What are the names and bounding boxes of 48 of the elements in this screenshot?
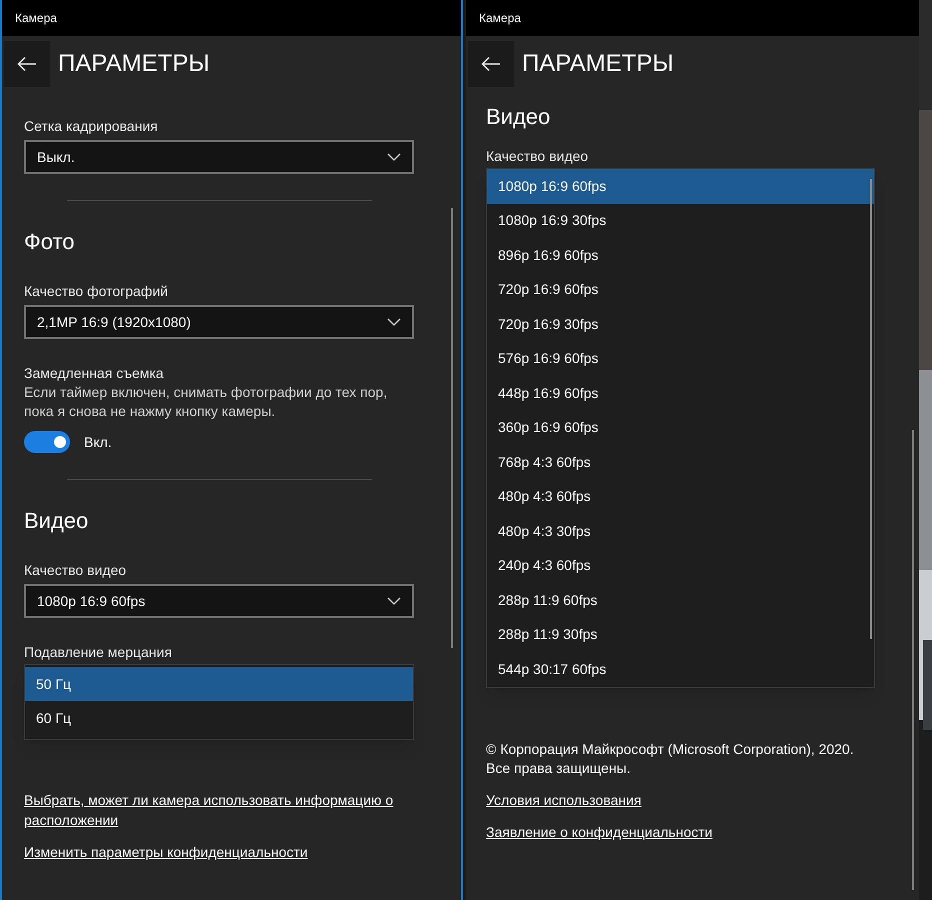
dropdown-option[interactable]: 1080p 16:9 60fps <box>487 169 874 204</box>
window-title: Камера <box>479 10 521 27</box>
dropdown-option[interactable]: 448p 16:9 60fps <box>487 376 874 410</box>
dropdown[interactable]: 1080p 16:9 60fps <box>24 584 414 618</box>
dropdown-option[interactable]: 544p 30:17 60fps <box>487 652 874 686</box>
chevron-down-icon <box>387 153 401 161</box>
dropdown-option[interactable]: 896p 16:9 60fps <box>487 238 874 272</box>
link[interactable]: Изменить параметры конфиденциальности <box>24 842 414 862</box>
back-button[interactable] <box>4 41 50 87</box>
dropdown-option[interactable]: 480p 4:3 60fps <box>487 480 874 514</box>
link[interactable]: Выбрать, может ли камера использовать информацию о расположении <box>24 790 404 830</box>
dropdown-option[interactable]: 288p 11:9 60fps <box>487 583 874 618</box>
dropdown-option[interactable]: 288p 11:9 30fps <box>487 618 874 652</box>
page-title: ПАРАМЕТРЫ <box>522 49 674 79</box>
dropdown-option[interactable]: 50 Гц <box>25 667 413 701</box>
field-label: Качество фотографий <box>24 282 169 301</box>
field-label: Качество видео <box>486 147 590 166</box>
dropdown-option[interactable]: 1080p 16:9 30fps <box>487 204 874 238</box>
link[interactable]: Условия использования <box>486 790 876 810</box>
dropdown[interactable]: 2,1MP 16:9 (1920x1080) <box>24 305 414 339</box>
chevron-down-icon <box>387 597 401 605</box>
dropdown-option[interactable]: 576p 16:9 60fps <box>487 342 874 376</box>
info-text: © Корпорация Майкрософт (Microsoft Corporation), 2020. Все права защищены. <box>486 740 855 778</box>
dropdown-option[interactable]: 480p 4:3 30fps <box>487 514 874 548</box>
back-arrow-icon <box>481 56 501 72</box>
dropdown-option[interactable]: 60 Гц <box>25 701 413 735</box>
window-title: Камера <box>15 10 57 27</box>
field-label: Качество видео <box>24 561 128 580</box>
dropdown-option[interactable]: 720p 16:9 30fps <box>487 307 874 342</box>
dropdown-option[interactable]: 360p 16:9 60fps <box>487 410 874 445</box>
dropdown-option[interactable]: 768p 4:3 60fps <box>487 445 874 480</box>
section-heading: Видео <box>486 103 552 131</box>
field-label: Подавление мерцания <box>24 643 173 662</box>
dropdown-option[interactable]: 240p 4:3 60fps <box>487 548 874 583</box>
back-button[interactable] <box>468 41 514 87</box>
dropdown-option[interactable]: 720p 16:9 60fps <box>487 272 874 307</box>
setting-description: Если таймер включен, снимать фотографии до тех пор, пока я снова не нажму кнопку камеры. <box>24 383 388 421</box>
page-title: ПАРАМЕТРЫ <box>58 49 210 79</box>
chevron-down-icon <box>387 318 401 326</box>
field-label: Сетка кадрирования <box>24 117 159 136</box>
setting-label: Замедленная съемка <box>24 364 165 383</box>
link[interactable]: Заявление о конфиденциальности <box>486 822 876 842</box>
dropdown[interactable]: Выкл. <box>24 140 414 174</box>
back-arrow-icon <box>17 56 37 72</box>
section-heading: Видео <box>24 507 90 535</box>
section-heading: Фото <box>24 228 76 256</box>
toggle-state-label: Вкл. <box>84 432 112 452</box>
toggle-switch[interactable] <box>24 431 70 453</box>
